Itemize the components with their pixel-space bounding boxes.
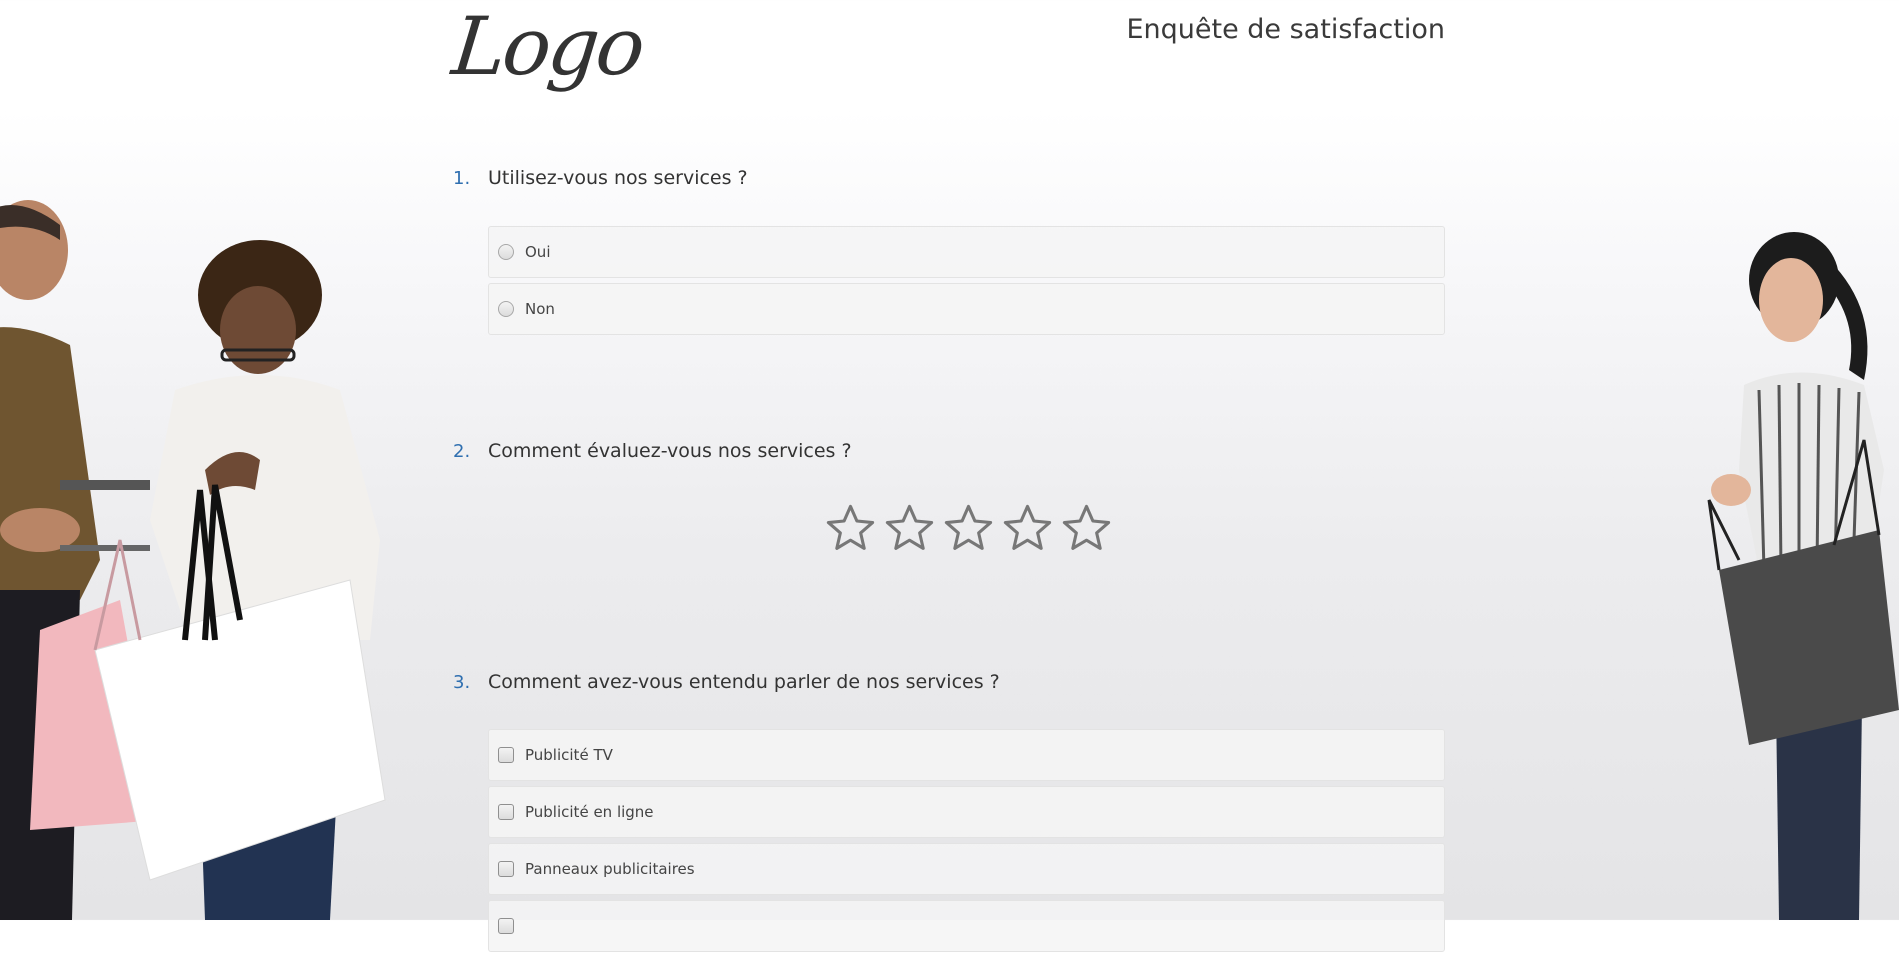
logo: Logo [448,0,647,93]
radio-button[interactable] [498,301,514,317]
question-header: 1. Utilisez-vous nos services ? [453,163,1445,193]
question-header: 3. Comment avez-vous entendu parler de n… [453,667,1445,697]
question-number: 3. [453,671,471,693]
question-number: 1. [453,167,471,189]
people-shopping-image-left [0,200,386,920]
question-header: 2. Comment évaluez-vous nos services ? [453,436,1445,466]
question-number: 2. [453,440,471,462]
option-label: Panneaux publicitaires [525,860,695,878]
survey-container: Logo Enquête de satisfaction 1. Utilisez… [448,0,1445,952]
star-3-icon[interactable] [942,502,995,555]
question-text: Comment évaluez-vous nos services ? [488,440,852,462]
question-text: Utilisez-vous nos services ? [488,167,748,189]
question-3: 3. Comment avez-vous entendu parler de n… [453,667,1445,957]
option-label: Oui [525,243,551,261]
option-label: Non [525,300,555,318]
option-non[interactable]: Non [488,283,1445,335]
checkbox[interactable] [498,747,514,763]
checkbox-options: Publicité TV Publicité en ligne Panneaux… [488,729,1445,952]
option-publicite-en-ligne[interactable]: Publicité en ligne [488,786,1445,838]
radio-button[interactable] [498,244,514,260]
star-2-icon[interactable] [883,502,936,555]
page-title: Enquête de satisfaction [1126,14,1445,45]
radio-options: Oui Non [488,226,1445,335]
person-shopping-image-right [1707,232,1899,920]
star-1-icon[interactable] [824,502,877,555]
checkbox[interactable] [498,804,514,820]
header: Logo Enquête de satisfaction [448,0,1445,120]
option-publicite-tv[interactable]: Publicité TV [488,729,1445,781]
star-4-icon[interactable] [1001,502,1054,555]
checkbox[interactable] [498,918,514,934]
question-1: 1. Utilisez-vous nos services ? Oui Non [453,163,1445,340]
star-5-icon[interactable] [1060,502,1113,555]
option-label: Publicité en ligne [525,803,654,821]
question-2: 2. Comment évaluez-vous nos services ? [453,436,1445,466]
checkbox[interactable] [498,861,514,877]
option-panneaux-publicitaires[interactable]: Panneaux publicitaires [488,843,1445,895]
option-oui[interactable]: Oui [488,226,1445,278]
option-partial[interactable] [488,900,1445,952]
option-label: Publicité TV [525,746,613,764]
star-rating [824,502,1113,555]
question-text: Comment avez-vous entendu parler de nos … [488,671,1000,693]
